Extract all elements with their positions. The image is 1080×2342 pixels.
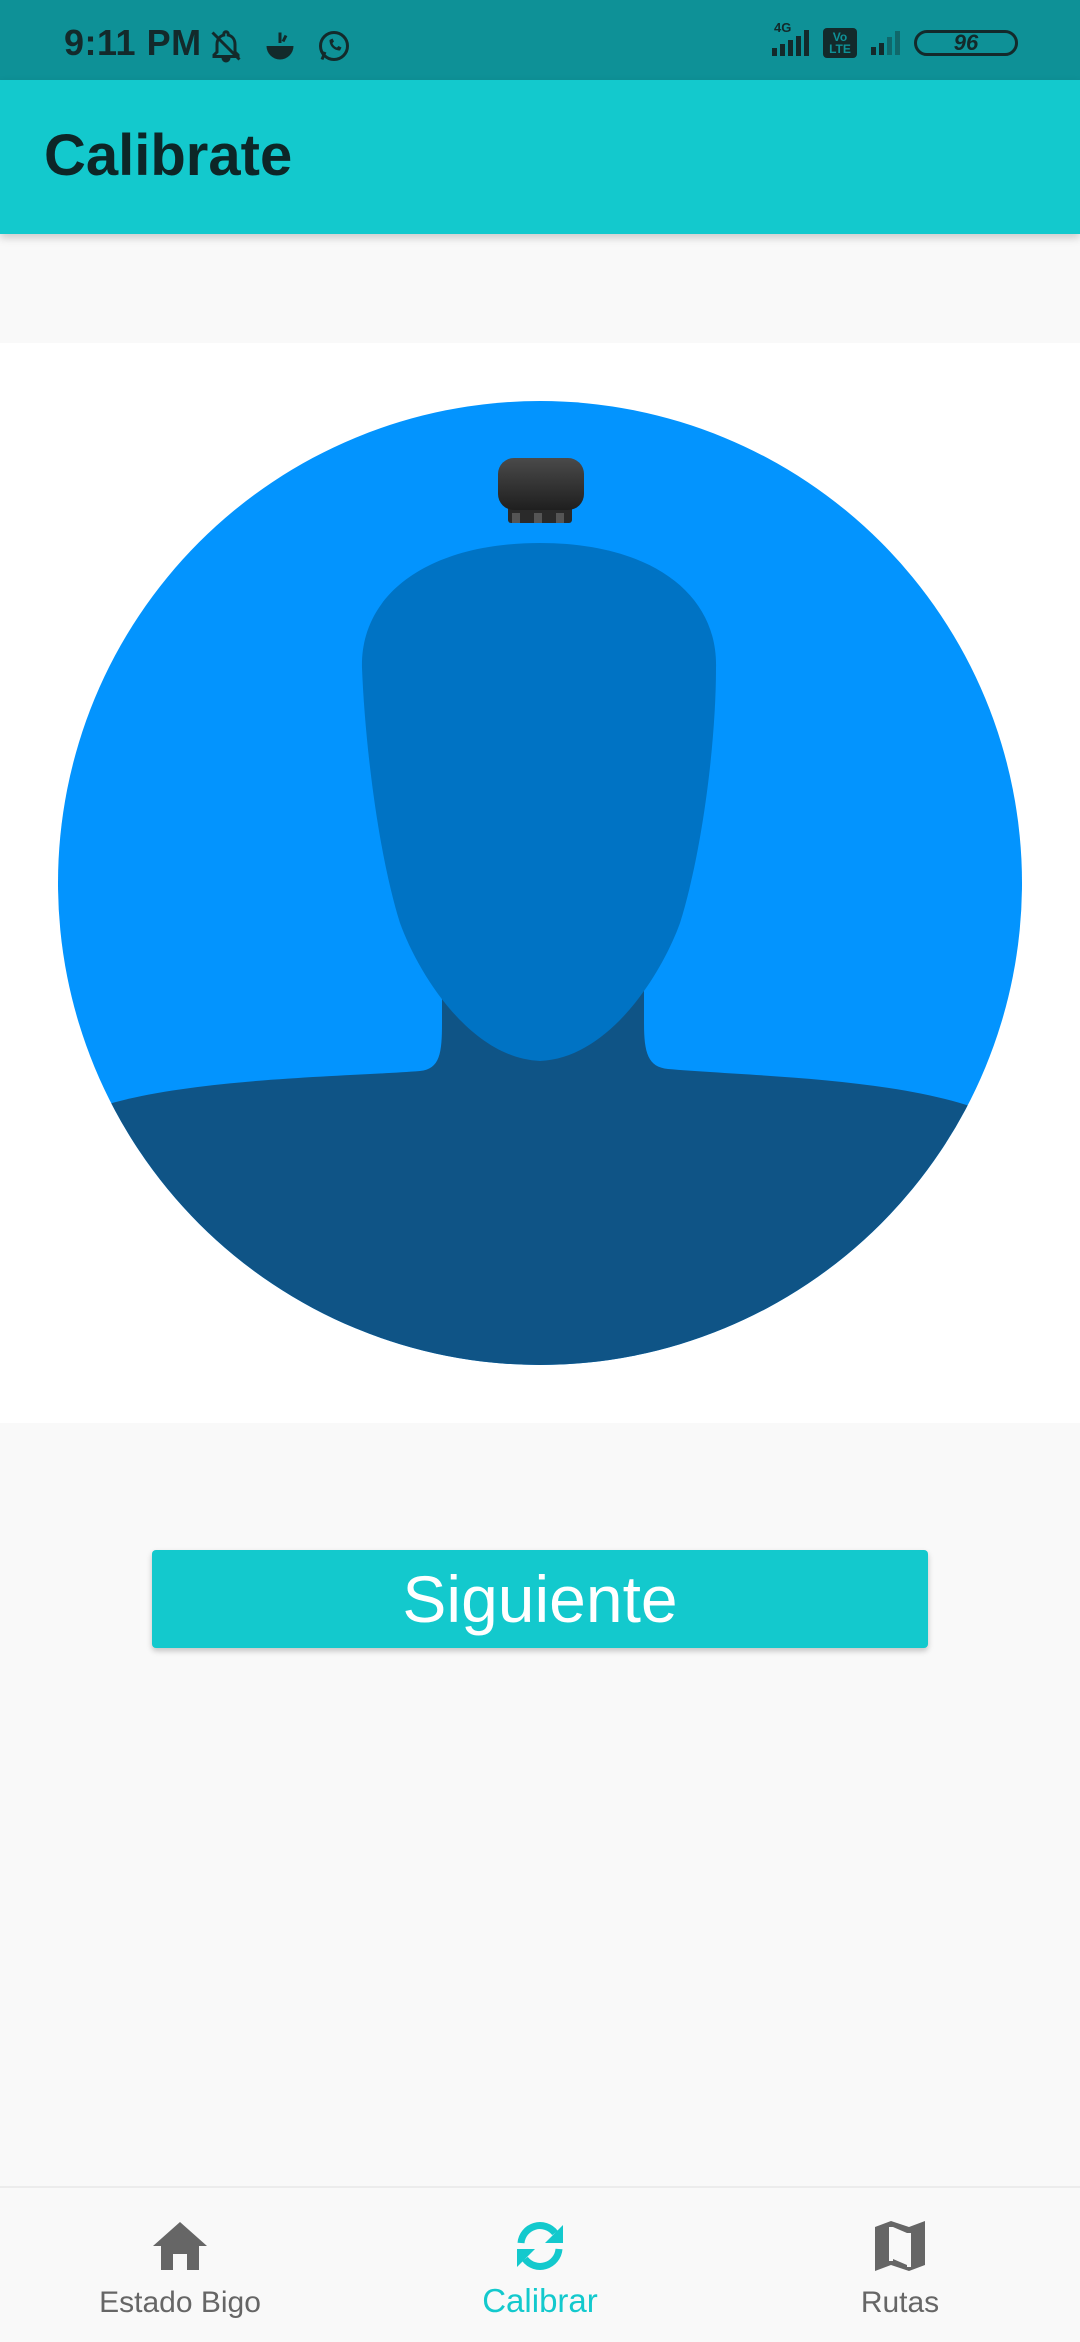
- signal-4g-icon: 4G: [772, 20, 809, 56]
- network-type-label: 4G: [774, 20, 792, 35]
- sync-icon: [511, 2218, 569, 2274]
- status-time: 9:11 PM: [64, 22, 202, 63]
- home-icon: [151, 2218, 209, 2274]
- nav-label-rutas: Rutas: [860, 2286, 940, 2319]
- nav-item-calibrar[interactable]: Calibrar: [440, 2188, 640, 2342]
- status-system-icons: 4G Vo LTE 96: [772, 20, 1018, 58]
- head-device: [498, 458, 584, 523]
- nav-label-estado-bigo: Estado Bigo: [99, 2286, 261, 2319]
- status-notification-icons: [208, 28, 352, 69]
- bottom-navigation: Estado Bigo Calibrar Rutas: [0, 2186, 1080, 2342]
- map-icon: [873, 2218, 927, 2274]
- whatsapp-icon: [316, 28, 352, 69]
- battery-indicator: 96: [914, 30, 1018, 56]
- status-bar: 9:11 PM 4G Vo LTE 96: [0, 0, 1080, 80]
- app-bar: Calibrate: [0, 80, 1080, 234]
- next-button[interactable]: Siguiente: [152, 1550, 928, 1648]
- signal-icon: [871, 31, 900, 55]
- calibration-avatar-image: [58, 401, 1022, 1365]
- page-title: Calibrate: [44, 123, 293, 188]
- weather-icon: [262, 28, 298, 69]
- calibration-image-panel: [0, 343, 1080, 1423]
- nav-item-rutas[interactable]: Rutas: [800, 2188, 1000, 2342]
- mute-icon: [208, 28, 244, 69]
- volte-badge: Vo LTE: [823, 28, 857, 58]
- nav-item-estado-bigo[interactable]: Estado Bigo: [80, 2188, 280, 2342]
- nav-label-calibrar: Calibrar: [482, 2282, 598, 2319]
